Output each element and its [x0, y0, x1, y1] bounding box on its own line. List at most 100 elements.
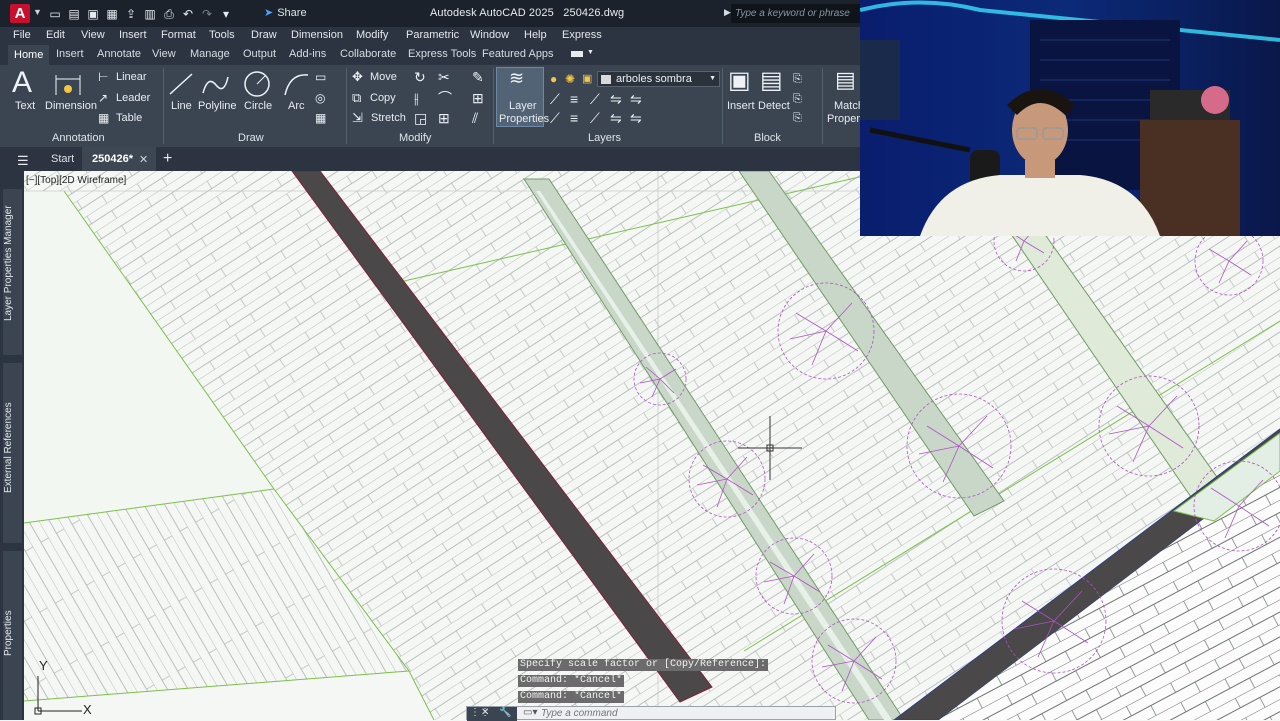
match-properties-icon[interactable]: ▤ — [835, 69, 856, 91]
redo-icon[interactable]: ↷ — [200, 7, 214, 21]
trim-icon[interactable]: ✂ — [438, 70, 450, 84]
layer-lock-icon[interactable]: ▣ — [582, 72, 592, 86]
drawing-canvas[interactable]: Y X — [24, 171, 1280, 720]
block-panel-title[interactable]: Block — [754, 132, 781, 144]
viewport-controls[interactable]: [−][Top][2D Wireframe] — [26, 175, 126, 186]
layer-tool-10-icon[interactable]: ⇋ — [630, 111, 642, 125]
text-button[interactable]: Text — [15, 100, 35, 112]
ribbon-minimize-caret-icon[interactable]: ▼ — [587, 49, 594, 56]
ribbon-minimize-icon[interactable] — [571, 51, 583, 57]
layer-tool-6-icon[interactable]: ⟋ — [550, 111, 560, 125]
explode-icon[interactable]: ⊞ — [472, 91, 484, 105]
stretch-button[interactable]: Stretch — [371, 112, 406, 124]
copy-button[interactable]: Copy — [370, 92, 396, 104]
block-tool-1-icon[interactable]: ⎘ — [793, 72, 802, 86]
modify-panel-title[interactable]: Modify — [399, 132, 431, 144]
open-sheet-icon[interactable]: ▥ — [143, 7, 157, 21]
command-input[interactable] — [541, 707, 831, 719]
mirror-icon[interactable]: ⫲ — [414, 91, 419, 105]
block-tool-2-icon[interactable]: ⎘ — [793, 92, 802, 106]
search-input[interactable]: Type a keyword or phrase — [731, 4, 860, 23]
dimension-button[interactable]: Dimension — [45, 100, 97, 112]
text-icon[interactable]: A — [12, 68, 32, 98]
offset-icon[interactable]: ⫽ — [472, 111, 478, 125]
menu-view[interactable]: View — [81, 29, 105, 41]
tab-add-ins[interactable]: Add-ins — [289, 48, 326, 60]
open-icon[interactable]: ▤ — [67, 7, 81, 21]
undo-icon[interactable]: ↶ — [181, 7, 195, 21]
command-line[interactable]: ⋮⋮ ✕ 🔧 ▭▾ — [466, 706, 836, 721]
tab-annotate[interactable]: Annotate — [97, 48, 141, 60]
scale-icon[interactable]: ◲ — [414, 111, 427, 125]
application-menu-button[interactable]: A — [10, 4, 30, 23]
dimension-icon[interactable] — [54, 71, 82, 97]
layer-tool-1-icon[interactable]: ⟋ — [550, 92, 560, 106]
linear-button[interactable]: Linear — [116, 71, 147, 83]
layer-on-bulb-icon[interactable]: ● — [550, 72, 557, 86]
menu-hamburger-icon[interactable]: ☰ — [17, 153, 29, 169]
close-command-icon[interactable]: ✕ — [481, 707, 489, 718]
tab-insert[interactable]: Insert — [56, 48, 84, 60]
tab-featured-apps[interactable]: Featured Apps — [482, 48, 554, 60]
menu-dimension[interactable]: Dimension — [291, 29, 343, 41]
tab-collaborate[interactable]: Collaborate — [340, 48, 396, 60]
table-button[interactable]: Table — [116, 112, 142, 124]
save-icon[interactable]: ▣ — [86, 7, 100, 21]
tab-view[interactable]: View — [152, 48, 176, 60]
drawing-area[interactable]: Y X — [24, 171, 1280, 720]
tab-manage[interactable]: Manage — [190, 48, 230, 60]
start-tab[interactable]: Start — [51, 153, 74, 165]
menu-edit[interactable]: Edit — [46, 29, 65, 41]
layer-tool-4-icon[interactable]: ⇋ — [610, 92, 622, 106]
block-tool-3-icon[interactable]: ⎘ — [793, 111, 802, 125]
detect-icon[interactable]: ▤ — [760, 69, 783, 93]
rotate-icon[interactable]: ↻ — [414, 70, 426, 84]
array-icon[interactable]: ⊞ — [438, 111, 450, 125]
layer-tool-3-icon[interactable]: ⟋ — [590, 92, 600, 106]
tab-home[interactable]: Home — [8, 45, 50, 65]
menu-parametric[interactable]: Parametric — [406, 29, 459, 41]
qat-customize-icon[interactable]: ▾ — [219, 7, 233, 21]
external-references-label[interactable]: External References — [3, 402, 14, 493]
layers-panel-title[interactable]: Layers — [588, 132, 621, 144]
move-button[interactable]: Move — [370, 71, 397, 83]
layer-tool-8-icon[interactable]: ⟋ — [590, 111, 600, 125]
menu-modify[interactable]: Modify — [356, 29, 388, 41]
layer-tool-2-icon[interactable]: ≡ — [570, 92, 578, 106]
menu-express[interactable]: Express — [562, 29, 602, 41]
plot-icon[interactable]: ⎙ — [162, 7, 176, 21]
line-button[interactable]: Line — [171, 100, 192, 112]
command-line-handle[interactable]: ⋮⋮ ✕ 🔧 — [467, 707, 517, 721]
layer-freeze-sun-icon[interactable]: ✺ — [565, 72, 575, 86]
hatch-icon[interactable]: ◎ — [315, 91, 325, 105]
layer-tool-7-icon[interactable]: ≡ — [570, 111, 578, 125]
menu-format[interactable]: Format — [161, 29, 196, 41]
new-icon[interactable]: ▭ — [48, 7, 62, 21]
menu-help[interactable]: Help — [524, 29, 547, 41]
tab-output[interactable]: Output — [243, 48, 276, 60]
app-menu-caret-icon[interactable]: ▼ — [33, 7, 42, 17]
rectangle-icon[interactable]: ▭ — [315, 70, 326, 84]
search-chevron-icon[interactable]: ▶ — [724, 7, 731, 18]
insert-button[interactable]: Insert — [727, 100, 755, 112]
draw-panel-title[interactable]: Draw — [238, 132, 264, 144]
properties-label[interactable]: Properties — [3, 610, 14, 656]
save-as-icon[interactable]: ▦ — [105, 7, 119, 21]
leader-button[interactable]: Leader — [116, 92, 150, 104]
publish-icon[interactable]: ⇪ — [124, 7, 138, 21]
erase-icon[interactable]: ✎ — [472, 70, 484, 84]
arc-icon[interactable] — [282, 71, 310, 97]
polyline-button[interactable]: Polyline — [198, 100, 237, 112]
menu-draw[interactable]: Draw — [251, 29, 277, 41]
circle-button[interactable]: Circle — [244, 100, 272, 112]
menu-tools[interactable]: Tools — [209, 29, 235, 41]
layer-properties-manager-label[interactable]: Layer Properties Manager — [3, 205, 14, 321]
annotation-panel-title[interactable]: Annotation — [52, 132, 105, 144]
customize-command-icon[interactable]: 🔧 — [499, 707, 511, 718]
new-tab-icon[interactable]: + — [163, 150, 172, 168]
command-prompt-icon[interactable]: ▭▾ — [523, 707, 537, 718]
layer-tool-9-icon[interactable]: ⇋ — [610, 111, 622, 125]
circle-icon[interactable] — [243, 70, 271, 98]
match-properties-label-2[interactable]: Propert — [827, 113, 863, 125]
menu-insert[interactable]: Insert — [119, 29, 147, 41]
